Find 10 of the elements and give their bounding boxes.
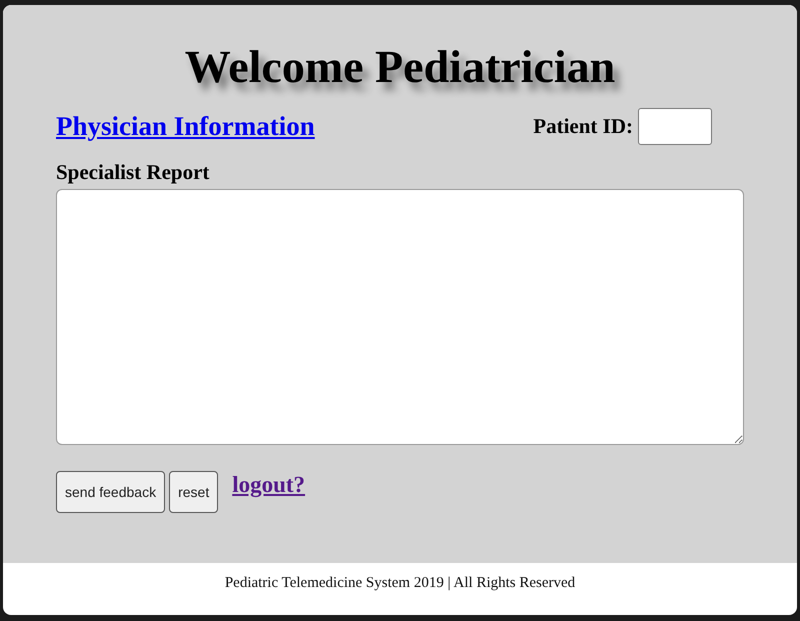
form-button[interactable]: send feedback <box>56 471 166 513</box>
physician-information-link[interactable]: Physician Information <box>56 111 315 142</box>
page-title: Welcome Pediatrician <box>184 40 616 94</box>
footer-text: Pediatric Telemedicine System 2019 | All Rights Reserved <box>224 574 576 592</box>
form-button[interactable]: reset <box>169 471 218 513</box>
logout-link[interactable]: logout? <box>232 472 306 498</box>
patient-id-field[interactable] <box>638 108 712 145</box>
report-label: Specialist Report <box>56 159 210 185</box>
report-field[interactable] <box>56 189 744 445</box>
patient-id-label: Patient ID: <box>533 114 633 139</box>
